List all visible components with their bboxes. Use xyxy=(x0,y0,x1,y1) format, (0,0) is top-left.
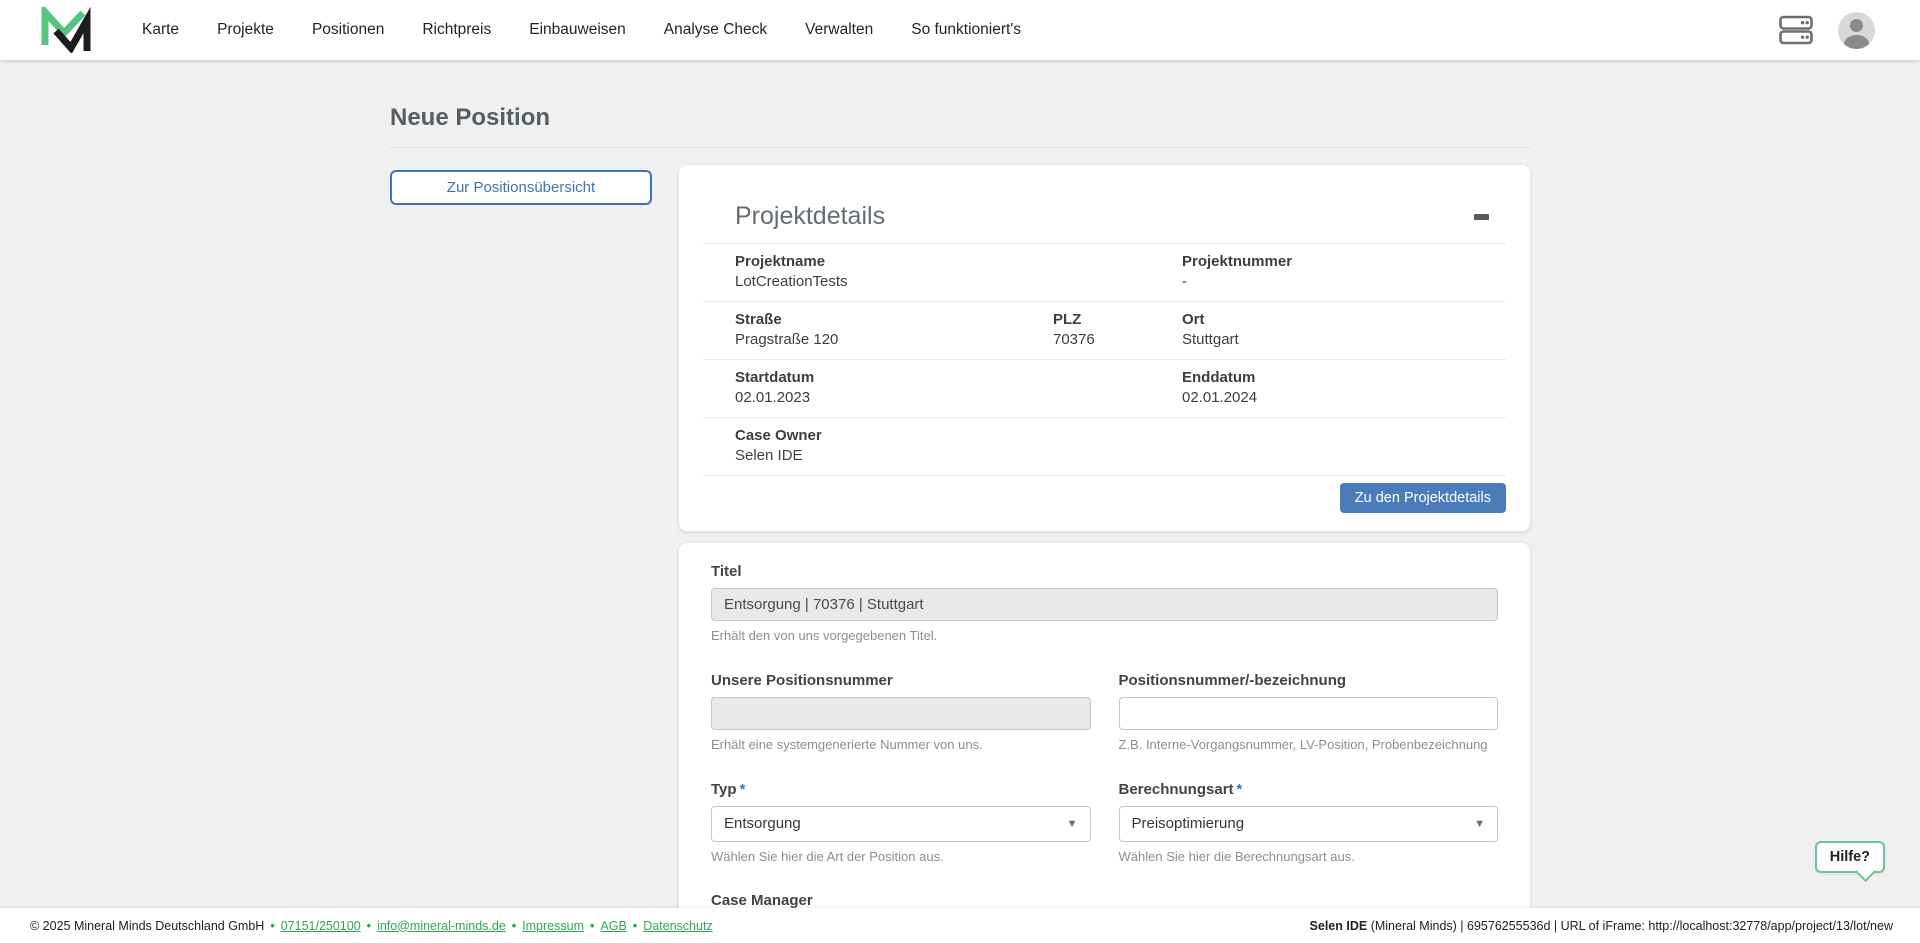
unsere-positionsnummer-helper-text: Erhält eine systemgenerierte Nummer von … xyxy=(711,737,1091,752)
titel-input xyxy=(711,588,1498,621)
footer-session-details: (Mineral Minds) | 69576255536d | URL of … xyxy=(1367,919,1893,933)
case-manager-label: Case Manager xyxy=(711,892,813,909)
typ-field-group: Typ* Entsorgung ▼ Wählen Sie hier die Ar… xyxy=(711,781,1091,864)
typ-select-value: Entsorgung xyxy=(724,815,801,832)
field-startdatum: Startdatum 02.01.2023 xyxy=(703,369,1182,407)
page-footer: © 2025 Mineral Minds Deutschland GmbH • … xyxy=(0,908,1920,943)
footer-link-agb[interactable]: AGB xyxy=(600,919,626,933)
right-column: Projektdetails Projektname LotCreationTe… xyxy=(679,165,1530,943)
new-position-form-card: Titel Erhält den von uns vorgegebenen Ti… xyxy=(679,543,1530,943)
nav-item-verwalten[interactable]: Verwalten xyxy=(805,21,873,39)
typ-select[interactable]: Entsorgung ▼ xyxy=(711,806,1091,842)
project-details-table: Projektname LotCreationTests Projektnumm… xyxy=(703,243,1506,476)
collapse-minus-icon[interactable] xyxy=(1470,209,1492,225)
typ-helper-text: Wählen Sie hier die Art der Position aus… xyxy=(711,849,1091,864)
positionsnummer-label: Positionsnummer/-bezeichnung xyxy=(1119,672,1347,689)
berechnungsart-label: Berechnungsart* xyxy=(1119,781,1243,798)
berechnungsart-select[interactable]: Preisoptimierung ▼ xyxy=(1119,806,1499,842)
field-strasse: Straße Pragstraße 120 xyxy=(703,311,1053,349)
field-ort: Ort Stuttgart xyxy=(1182,311,1506,349)
go-to-project-details-button[interactable]: Zu den Projektdetails xyxy=(1340,483,1506,513)
footer-link-phone[interactable]: 07151/250100 xyxy=(281,919,361,933)
footer-session-info: Selen IDE (Mineral Minds) | 69576255536d… xyxy=(1310,919,1893,933)
nav-item-projekte[interactable]: Projekte xyxy=(217,21,274,39)
berechnungsart-field-group: Berechnungsart* Preisoptimierung ▼ Wähle… xyxy=(1119,781,1499,864)
field-case-owner: Case Owner Selen IDE xyxy=(703,427,1506,465)
field-projektnummer: Projektnummer - xyxy=(1182,253,1506,291)
nav-item-so-funktionierts[interactable]: So funktioniert's xyxy=(911,21,1021,39)
back-to-positions-button[interactable]: Zur Positionsübersicht xyxy=(390,170,652,205)
nav-item-analyse-check[interactable]: Analyse Check xyxy=(664,21,767,39)
table-row: Startdatum 02.01.2023 Enddatum 02.01.202… xyxy=(703,359,1506,417)
top-navbar: Karte Projekte Positionen Richtpreis Ein… xyxy=(0,0,1920,60)
footer-link-impressum[interactable]: Impressum xyxy=(522,919,584,933)
positionsnummer-input[interactable] xyxy=(1119,697,1499,730)
main-content: Neue Position Zur Positionsübersicht Pro… xyxy=(390,104,1530,943)
field-enddatum: Enddatum 02.01.2024 xyxy=(1182,369,1506,407)
mineral-minds-logo-icon[interactable] xyxy=(40,7,92,53)
nav-item-karte[interactable]: Karte xyxy=(142,21,179,39)
nav-item-richtpreis[interactable]: Richtpreis xyxy=(422,21,491,39)
project-card-title: Projektdetails xyxy=(735,203,885,231)
server-icon[interactable] xyxy=(1778,14,1814,46)
table-row: Case Owner Selen IDE xyxy=(703,417,1506,476)
berechnungsart-helper-text: Wählen Sie hier die Berechnungsart aus. xyxy=(1119,849,1499,864)
title-divider xyxy=(390,147,1530,148)
nav-item-positionen[interactable]: Positionen xyxy=(312,21,384,39)
titel-helper-text: Erhält den von uns vorgegebenen Titel. xyxy=(711,628,1498,643)
titel-field-group: Titel Erhält den von uns vorgegebenen Ti… xyxy=(711,563,1498,643)
table-row: Straße Pragstraße 120 PLZ 70376 Ort Stut… xyxy=(703,301,1506,359)
titel-label: Titel xyxy=(711,563,742,580)
berechnungsart-select-value: Preisoptimierung xyxy=(1132,815,1245,832)
page-title: Neue Position xyxy=(390,104,1530,132)
left-column: Zur Positionsübersicht xyxy=(390,165,652,205)
footer-link-email[interactable]: info@mineral-minds.de xyxy=(377,919,506,933)
help-button[interactable]: Hilfe? xyxy=(1815,841,1885,873)
chevron-down-icon: ▼ xyxy=(1067,818,1078,830)
unsere-positionsnummer-input xyxy=(711,697,1091,730)
required-asterisk: * xyxy=(740,781,746,798)
nav-item-einbauweisen[interactable]: Einbauweisen xyxy=(529,21,626,39)
copyright-text: © 2025 Mineral Minds Deutschland GmbH xyxy=(30,919,264,933)
project-details-card: Projektdetails Projektname LotCreationTe… xyxy=(679,165,1530,531)
footer-link-datenschutz[interactable]: Datenschutz xyxy=(643,919,712,933)
footer-left: © 2025 Mineral Minds Deutschland GmbH • … xyxy=(30,919,713,933)
field-plz: PLZ 70376 xyxy=(1053,311,1182,349)
unsere-positionsnummer-label: Unsere Positionsnummer xyxy=(711,672,893,689)
unsere-positionsnummer-field-group: Unsere Positionsnummer Erhält eine syste… xyxy=(711,672,1091,752)
table-row: Projektname LotCreationTests Projektnumm… xyxy=(703,243,1506,301)
field-projektname: Projektname LotCreationTests xyxy=(703,253,1182,291)
user-avatar-icon[interactable] xyxy=(1838,12,1875,49)
main-navigation: Karte Projekte Positionen Richtpreis Ein… xyxy=(142,21,1021,39)
positionsnummer-field-group: Positionsnummer/-bezeichnung Z.B. Intern… xyxy=(1119,672,1499,752)
chevron-down-icon: ▼ xyxy=(1474,818,1485,830)
typ-label: Typ* xyxy=(711,781,745,798)
navbar-right-icons xyxy=(1778,12,1875,49)
footer-user-name: Selen IDE xyxy=(1310,919,1368,933)
positionsnummer-helper-text: Z.B. Interne-Vorgangsnummer, LV-Position… xyxy=(1119,737,1499,752)
required-asterisk: * xyxy=(1237,781,1243,798)
